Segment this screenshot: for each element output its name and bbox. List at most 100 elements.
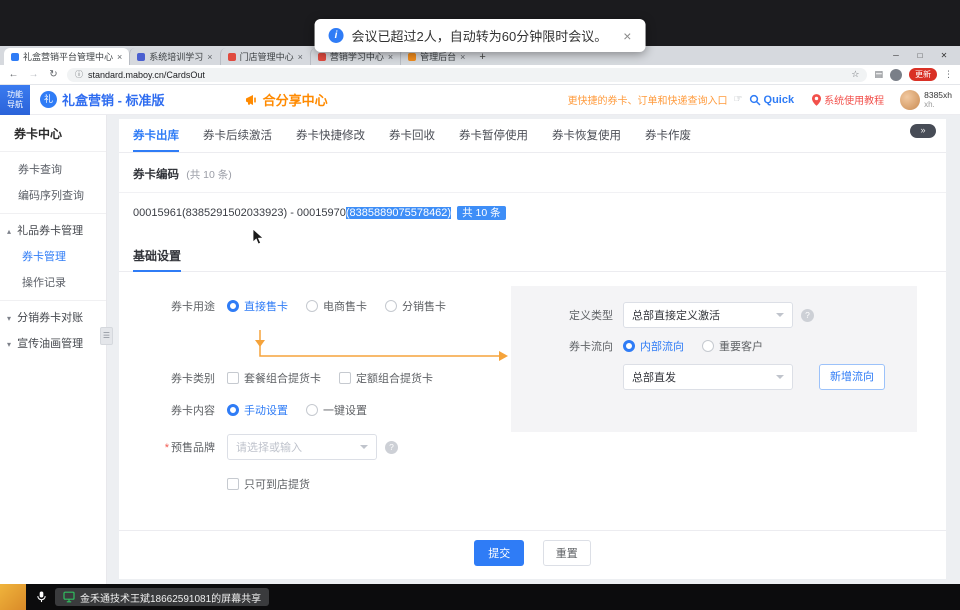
define-type-label: 定义类型 [535, 307, 613, 323]
help-icon[interactable]: ? [801, 309, 814, 322]
card-code-range: 00015961(8385291502033923) - 00015970(83… [119, 193, 946, 232]
quick-search-button[interactable]: Quick [749, 94, 795, 106]
checkbox-combo-package-card[interactable]: 套餐组合提货卡 [227, 370, 321, 386]
sidebar-item-code-sequence-query[interactable]: 编码序列查询 [0, 183, 106, 209]
tab-card-outbound[interactable]: 券卡出库 [133, 119, 179, 152]
tab-card-quick-edit[interactable]: 券卡快捷修改 [296, 119, 365, 152]
card-codes-header: 券卡编码 (共 10 条) [119, 153, 946, 193]
radio-ecommerce-sale[interactable]: 电商售卡 [306, 298, 367, 314]
window-minimize-button[interactable]: ─ [884, 51, 908, 60]
user-name-main: 8385xh [924, 90, 952, 100]
radio-checked-icon[interactable] [227, 300, 239, 312]
microphone-icon[interactable] [36, 590, 47, 604]
sidebar-group-gift-card-management[interactable]: ▴ 礼品券卡管理 [0, 218, 106, 244]
radio-checked-icon[interactable] [623, 340, 635, 352]
window-maximize-button[interactable]: □ [908, 51, 932, 60]
checkbox-fixed-combo-card[interactable]: 定额组合提货卡 [339, 370, 433, 386]
share-center-link[interactable]: 合分享中心 [245, 90, 328, 109]
tab-card-later-activate[interactable]: 券卡后续激活 [203, 119, 272, 152]
sidebar-group-label: 礼品券卡管理 [17, 225, 83, 237]
browser-tab[interactable]: 门店管理中心 × [220, 48, 310, 65]
checkbox-icon[interactable] [227, 372, 239, 384]
menu-kebab-icon[interactable]: ⋮ [944, 69, 953, 80]
radio-checked-icon[interactable] [227, 404, 239, 416]
radio-manual-setting[interactable]: 手动设置 [227, 402, 288, 418]
usage-row: 券卡用途 直接售卡 电商售卡 分销售卡 [133, 298, 511, 314]
address-bar[interactable]: ⓘ standard.maboy.cn/CardsOut ☆ [67, 68, 867, 82]
help-icon[interactable]: ? [385, 441, 398, 454]
option-label: 一键设置 [323, 402, 367, 418]
tab-card-recycle[interactable]: 券卡回收 [389, 119, 435, 152]
update-badge[interactable]: 更新 [909, 68, 937, 81]
tab-close-icon[interactable]: × [117, 52, 122, 62]
chevron-down-icon [776, 375, 784, 383]
sidebar-item-card-query[interactable]: 券卡查询 [0, 157, 106, 183]
tab-close-icon[interactable]: × [460, 52, 465, 62]
side-panel-icon[interactable]: ▤ [874, 69, 883, 80]
option-label: 电商售卡 [323, 298, 367, 314]
radio-one-key-setting[interactable]: 一键设置 [306, 402, 367, 418]
flow-select[interactable]: 总部直发 [623, 364, 793, 390]
user-menu[interactable]: 8385xh xh. [900, 90, 952, 110]
store-only-row: 只可到店提货 [227, 476, 511, 492]
share-status-text: 金禾通技术王斌18662591081的屏幕共享 [80, 590, 261, 605]
tab-close-icon[interactable]: × [207, 52, 212, 62]
add-flow-button[interactable]: 新增流向 [819, 364, 885, 390]
form-right-panel: 定义类型 总部直接定义激活 ? 券卡流向 内部流向 [511, 286, 917, 432]
option-label: 定额组合提货卡 [356, 370, 433, 386]
brand-logo-icon: 礼 [40, 91, 57, 108]
forward-icon[interactable]: → [27, 69, 40, 80]
define-type-select[interactable]: 总部直接定义激活 [623, 302, 793, 328]
site-info-icon[interactable]: ⓘ [75, 69, 83, 80]
sidebar-collapse-handle[interactable]: ☰ [100, 327, 113, 345]
bookmark-star-icon[interactable]: ☆ [851, 69, 859, 80]
browser-tab[interactable]: 系统培训学习 × [129, 48, 219, 65]
browser-tab-active[interactable]: 礼盒营销平台管理中心 × [4, 48, 129, 65]
sidebar-group-promo-material[interactable]: ▾ 宣传油画管理 [0, 331, 106, 357]
basic-settings-title: 基础设置 [133, 242, 181, 272]
header-right-cluster: 更快捷的券卡、订单和快递查询入口 ☞ Quick 系统使用教程 8385xh x… [568, 90, 960, 110]
radio-internal-flow[interactable]: 内部流向 [623, 338, 684, 354]
tab-card-void[interactable]: 券卡作废 [645, 119, 691, 152]
reload-icon[interactable]: ↻ [47, 69, 60, 80]
favicon-icon [228, 53, 236, 61]
radio-icon[interactable] [306, 300, 318, 312]
chevron-up-icon: ▴ [7, 227, 11, 236]
chevron-down-icon [360, 445, 368, 453]
tab-card-resume[interactable]: 券卡恢复使用 [552, 119, 621, 152]
sidebar-group-distribution-reconciliation[interactable]: ▾ 分销券卡对账 [0, 305, 106, 331]
checkbox-icon[interactable] [339, 372, 351, 384]
screen-share-bar: 金禾通技术王斌18662591081的屏幕共享 [0, 584, 960, 610]
brand-select[interactable]: 请选择或输入 [227, 434, 377, 460]
radio-icon[interactable] [702, 340, 714, 352]
radio-icon[interactable] [385, 300, 397, 312]
tab-card-suspend[interactable]: 券卡暂停使用 [459, 119, 528, 152]
tab-close-icon[interactable]: × [388, 52, 393, 62]
favicon-icon [11, 53, 19, 61]
url-text: standard.maboy.cn/CardsOut [88, 70, 846, 80]
radio-icon[interactable] [306, 404, 318, 416]
option-label: 重要客户 [719, 338, 763, 354]
new-tab-button[interactable]: + [479, 51, 485, 63]
radio-distribution-sale[interactable]: 分销售卡 [385, 298, 446, 314]
main-panel: » 券卡出库 券卡后续激活 券卡快捷修改 券卡回收 券卡暂停使用 券卡恢复使用 … [119, 119, 946, 579]
checkbox-icon[interactable] [227, 478, 239, 490]
radio-key-customer[interactable]: 重要客户 [702, 338, 763, 354]
back-icon[interactable]: ← [7, 69, 20, 80]
reset-button[interactable]: 重置 [543, 540, 591, 566]
window-close-button[interactable]: ✕ [932, 51, 956, 60]
checkbox-store-pickup-only[interactable]: 只可到店提货 [227, 476, 310, 492]
tab-title: 礼盒营销平台管理中心 [23, 50, 113, 63]
sidebar-item-operation-log[interactable]: 操作记录 [0, 270, 106, 296]
panel-collapse-button[interactable]: » [910, 124, 936, 138]
submit-button[interactable]: 提交 [474, 540, 524, 566]
tab-close-icon[interactable]: × [298, 52, 303, 62]
function-nav-button[interactable]: 功能 导航 [0, 85, 30, 115]
favicon-icon [408, 53, 416, 61]
close-icon[interactable]: × [623, 28, 631, 44]
option-label: 直接售卡 [244, 298, 288, 314]
radio-direct-sale[interactable]: 直接售卡 [227, 298, 288, 314]
sidebar-item-card-management[interactable]: 券卡管理 [0, 244, 106, 270]
browser-profile-avatar[interactable] [890, 69, 902, 81]
tutorial-link[interactable]: 系统使用教程 [812, 92, 884, 107]
